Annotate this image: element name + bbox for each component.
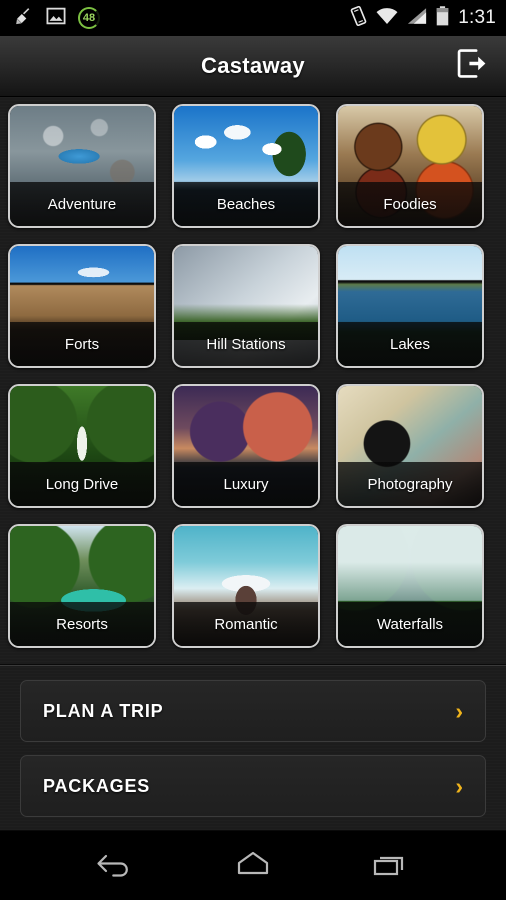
status-bar-right-icons: 1:31 bbox=[350, 5, 496, 31]
battery-percent-badge: 48 bbox=[78, 7, 100, 29]
nav-home-button[interactable] bbox=[220, 842, 286, 890]
tile-label-bar: Lakes bbox=[338, 322, 482, 366]
plan-a-trip-button[interactable]: PLAN A TRIP › bbox=[20, 680, 486, 742]
category-tile-grid: Adventure Beaches Foodies Forts Hill Sta… bbox=[0, 104, 506, 648]
section-divider bbox=[0, 664, 506, 666]
home-icon bbox=[231, 848, 275, 883]
logout-button[interactable] bbox=[450, 46, 494, 86]
category-tile[interactable]: Romantic bbox=[172, 524, 320, 648]
list-button-label: PLAN A TRIP bbox=[43, 700, 164, 721]
tile-label: Long Drive bbox=[45, 475, 119, 493]
status-bar-left-icons: 48 bbox=[14, 6, 100, 31]
tile-label-bar: Photography bbox=[338, 462, 482, 506]
status-bar-clock: 1:31 bbox=[458, 7, 496, 28]
tile-label: Resorts bbox=[56, 615, 108, 633]
tile-label-bar: Waterfalls bbox=[338, 602, 482, 646]
packages-button[interactable]: PACKAGES › bbox=[20, 755, 486, 817]
tile-label: Lakes bbox=[389, 335, 431, 353]
chevron-right-icon: › bbox=[455, 772, 463, 799]
tile-label: Waterfalls bbox=[376, 615, 444, 633]
tile-label: Adventure bbox=[47, 195, 117, 213]
battery-icon bbox=[436, 5, 449, 31]
tile-label-bar: Hill Stations bbox=[174, 322, 318, 366]
tile-label: Forts bbox=[64, 335, 100, 353]
vibrate-icon bbox=[350, 5, 367, 31]
category-tile[interactable]: Beaches bbox=[172, 104, 320, 228]
category-tile[interactable]: Foodies bbox=[336, 104, 484, 228]
tile-label-bar: Foodies bbox=[338, 182, 482, 226]
category-tile[interactable]: Lakes bbox=[336, 244, 484, 368]
cell-signal-icon bbox=[407, 7, 427, 30]
app-bar: Castaway bbox=[0, 36, 506, 97]
tile-label-bar: Romantic bbox=[174, 602, 318, 646]
tile-label: Photography bbox=[367, 475, 453, 493]
tile-label: Romantic bbox=[214, 615, 278, 633]
chevron-right-icon: › bbox=[455, 697, 463, 724]
nav-recents-button[interactable] bbox=[357, 842, 423, 890]
tile-label: Foodies bbox=[383, 195, 437, 213]
tile-label-bar: Adventure bbox=[10, 182, 154, 226]
content-scroll-area[interactable]: Adventure Beaches Foodies Forts Hill Sta… bbox=[0, 97, 506, 830]
category-tile[interactable]: Hill Stations bbox=[172, 244, 320, 368]
logout-icon bbox=[457, 48, 488, 84]
back-icon bbox=[94, 848, 138, 883]
list-button-label: PACKAGES bbox=[43, 775, 151, 796]
category-tile[interactable]: Waterfalls bbox=[336, 524, 484, 648]
android-navigation-bar bbox=[0, 830, 506, 900]
page-title: Castaway bbox=[201, 53, 305, 78]
category-tile[interactable]: Forts bbox=[8, 244, 156, 368]
tile-label: Beaches bbox=[216, 195, 276, 213]
category-tile[interactable]: Luxury bbox=[172, 384, 320, 508]
category-tile[interactable]: Resorts bbox=[8, 524, 156, 648]
recents-icon bbox=[368, 848, 412, 883]
phone-screen: 48 1:31 Castaway Adventure Beaches Foodi… bbox=[0, 0, 506, 900]
nav-back-button[interactable] bbox=[83, 842, 149, 890]
category-tile[interactable]: Photography bbox=[336, 384, 484, 508]
tile-label-bar: Luxury bbox=[174, 462, 318, 506]
tile-label: Luxury bbox=[223, 475, 269, 493]
wifi-icon bbox=[376, 7, 398, 30]
broom-clean-icon bbox=[14, 6, 34, 31]
tile-label-bar: Resorts bbox=[10, 602, 154, 646]
tile-label-bar: Forts bbox=[10, 322, 154, 366]
gallery-image-icon bbox=[46, 7, 66, 30]
tile-label: Hill Stations bbox=[206, 335, 286, 353]
status-bar: 48 1:31 bbox=[0, 0, 506, 36]
category-tile[interactable]: Long Drive bbox=[8, 384, 156, 508]
tile-label-bar: Beaches bbox=[174, 182, 318, 226]
category-tile[interactable]: Adventure bbox=[8, 104, 156, 228]
action-list: PLAN A TRIP › PACKAGES › bbox=[0, 680, 506, 830]
tile-label-bar: Long Drive bbox=[10, 462, 154, 506]
